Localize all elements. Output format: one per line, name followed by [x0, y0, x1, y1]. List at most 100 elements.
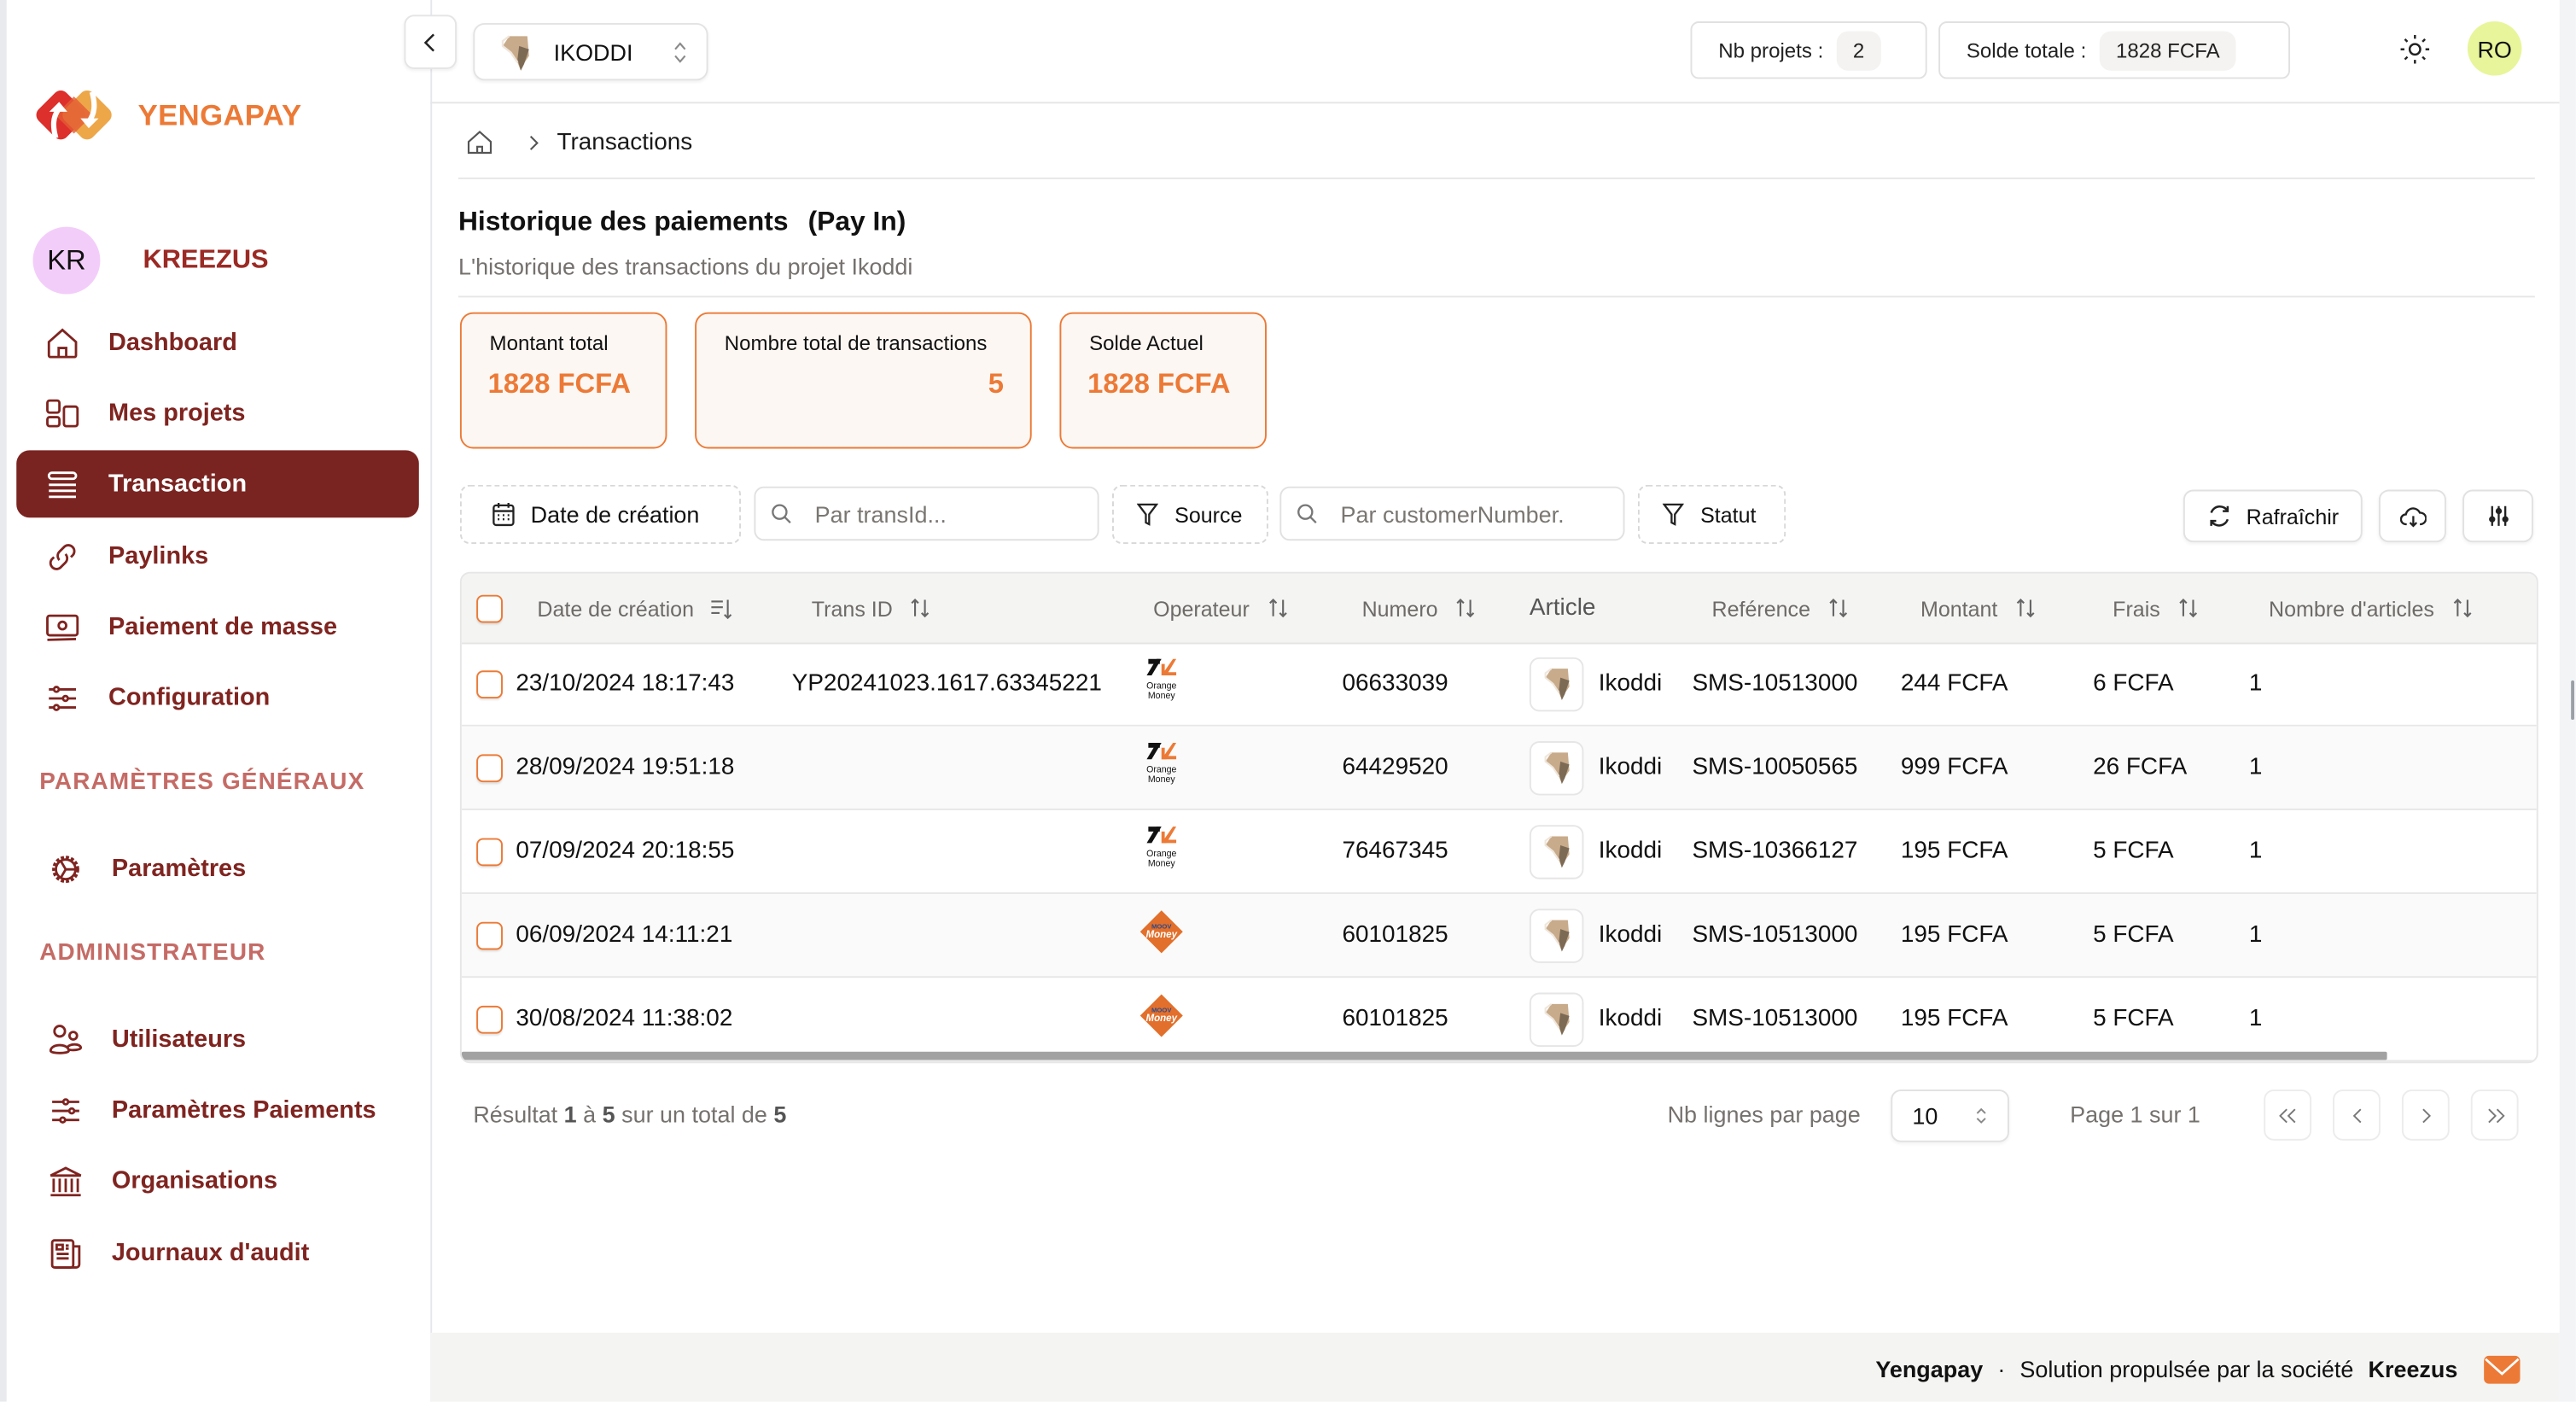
sidebar-item-paiement-de-masse[interactable]: Paiement de masse: [16, 593, 419, 661]
table-horizontal-scrollbar[interactable]: [461, 1051, 2387, 1060]
user-avatar[interactable]: RO: [2467, 21, 2522, 76]
row-checkbox-cell: [476, 727, 503, 809]
sidebar-item-utilisateurs[interactable]: Utilisateurs: [16, 1006, 419, 1073]
rows-per-page-select[interactable]: 10: [1891, 1089, 2009, 1142]
column-header-trans-id[interactable]: Trans ID: [812, 574, 932, 643]
table-row[interactable]: 23/10/2024 18:17:43 YP20241023.1617.63345…: [461, 643, 2537, 727]
organization-avatar: KR: [32, 226, 101, 295]
transid-search[interactable]: [754, 486, 1099, 541]
row-checkbox[interactable]: [476, 669, 503, 698]
sort-icon[interactable]: [1454, 597, 1477, 620]
result-prefix: Résultat: [473, 1101, 558, 1128]
cell-operateur: MOOV Money: [1137, 978, 1186, 1060]
table-header: Date de création Trans ID Operateur Nume…: [461, 573, 2537, 645]
cell-nombre-articles: 1: [2248, 754, 2263, 781]
section-title-administrateur: ADMINISTRATEUR: [39, 939, 266, 967]
sidebar: YENGAPAY KR KREEZUS Dashboard Mes projet…: [0, 0, 433, 1402]
project-selector[interactable]: IKODDI: [473, 22, 708, 81]
table-row[interactable]: 07/09/2024 20:18:55 Orange Money 76467345 Ik…: [461, 810, 2537, 895]
row-checkbox[interactable]: [476, 837, 503, 866]
table-row[interactable]: 06/09/2024 14:11:21 MOOV Money 60101825 Ikod…: [461, 894, 2537, 978]
footer-company[interactable]: Kreezus: [2369, 1356, 2458, 1382]
sidebar-item-parametres-paiements[interactable]: Paramètres Paiements: [16, 1077, 419, 1144]
sidebar-item-dashboard[interactable]: Dashboard: [16, 309, 419, 377]
table-row[interactable]: 30/08/2024 11:38:02 MOOV Money 60101825 Ikod…: [461, 978, 2537, 1062]
article-thumbnail-icon: [1529, 908, 1584, 962]
row-checkbox[interactable]: [476, 1004, 503, 1033]
sidebar-item-journaux-audit[interactable]: Journaux d'audit: [16, 1219, 419, 1287]
svg-text:Orange: Orange: [1146, 681, 1176, 691]
row-checkbox[interactable]: [476, 920, 503, 949]
chevron-left-icon: [423, 32, 435, 51]
column-header-operateur[interactable]: Operateur: [1153, 574, 1289, 643]
breadcrumb: Transactions: [465, 128, 692, 158]
sidebar-item-paylinks[interactable]: Paylinks: [16, 523, 419, 590]
home-icon: [43, 323, 82, 362]
search-icon: [1297, 504, 1317, 524]
column-header-label: Operateur: [1153, 595, 1250, 621]
footer-tagline: Solution propulsée par la société: [2019, 1355, 2354, 1382]
sort-icon[interactable]: [909, 597, 932, 620]
column-header-label: Reférence: [1711, 595, 1810, 621]
row-checkbox[interactable]: [476, 753, 503, 782]
column-header-montant[interactable]: Montant: [1920, 574, 2037, 643]
column-settings-button[interactable]: [2462, 489, 2533, 543]
last-page-button[interactable]: [2470, 1089, 2519, 1141]
article-name: Ikoddi: [1598, 838, 1663, 865]
article-thumbnail-icon: [1529, 656, 1584, 711]
sort-icon[interactable]: [2014, 597, 2037, 620]
sort-desc-icon[interactable]: [710, 598, 733, 619]
svg-text:Money: Money: [1148, 691, 1175, 701]
select-all-checkbox[interactable]: [476, 593, 503, 622]
column-header-nombre-articles[interactable]: Nombre d'articles: [2269, 574, 2474, 643]
theme-toggle-button[interactable]: [2395, 30, 2434, 69]
sidebar-item-label: Transaction: [108, 470, 248, 499]
sort-icon[interactable]: [2177, 597, 2200, 620]
cell-operateur: Orange Money: [1144, 727, 1180, 809]
cell-montant: 195 FCFA: [1900, 921, 2008, 949]
section-title-parametres-generaux: PARAMÈTRES GÉNÉRAUX: [39, 768, 365, 796]
previous-page-button[interactable]: [2333, 1089, 2381, 1141]
sort-icon[interactable]: [1266, 597, 1289, 620]
cell-nombre-articles: 1: [2248, 1005, 2263, 1032]
sidebar-item-organisations[interactable]: Organisations: [16, 1147, 419, 1214]
transactions-table: Date de création Trans ID Operateur Nume…: [459, 571, 2538, 1064]
result-to: 5: [602, 1101, 615, 1128]
statut-filter-button[interactable]: Statut: [1637, 484, 1786, 545]
sidebar-item-transaction[interactable]: Transaction: [16, 450, 419, 518]
cell-operateur: Orange Money: [1144, 643, 1180, 725]
transid-search-input[interactable]: [811, 499, 1081, 529]
refresh-button[interactable]: Rafraîchir: [2183, 489, 2363, 543]
first-page-button[interactable]: [2264, 1089, 2312, 1141]
column-header-frais[interactable]: Frais: [2113, 574, 2200, 643]
page-subtitle: L'historique des transactions du projet …: [458, 253, 913, 280]
column-header-label: Montant: [1920, 595, 1998, 621]
cell-reference: SMS-10050565: [1692, 754, 1858, 781]
sidebar-item-mes-projets[interactable]: Mes projets: [16, 380, 419, 447]
mail-icon[interactable]: [2484, 1355, 2521, 1384]
page-scrollbar[interactable]: [2559, 0, 2576, 1402]
sort-icon[interactable]: [2451, 597, 2474, 620]
brand-logo[interactable]: YENGAPAY: [32, 87, 301, 143]
column-header-numero[interactable]: Numero: [1362, 574, 1477, 643]
moov-money-logo-icon: MOOV Money: [1137, 907, 1186, 962]
date-creation-filter-button[interactable]: Date de création: [459, 484, 742, 545]
sidebar-item-configuration[interactable]: Configuration: [16, 664, 419, 732]
page-info: Page 1 sur 1: [2070, 1101, 2200, 1128]
cell-numero: 60101825: [1342, 921, 1448, 949]
sidebar-item-parametres[interactable]: Paramètres: [16, 835, 419, 903]
table-row[interactable]: 28/09/2024 19:51:18 Orange Money 64429520 Ik…: [461, 726, 2537, 810]
collapse-sidebar-button[interactable]: [404, 15, 458, 69]
column-header-reference[interactable]: Reférence: [1712, 574, 1850, 643]
sort-icon[interactable]: [1827, 597, 1850, 620]
export-download-button[interactable]: [2378, 489, 2446, 543]
organization-switcher[interactable]: KR KREEZUS: [32, 226, 269, 295]
next-page-button[interactable]: [2401, 1089, 2450, 1141]
customer-number-search[interactable]: [1279, 486, 1625, 541]
column-header-date[interactable]: Date de création: [537, 574, 733, 643]
customer-number-search-input[interactable]: [1337, 499, 1607, 529]
home-icon[interactable]: [465, 128, 495, 158]
scrollbar-thumb[interactable]: [2571, 680, 2575, 721]
sliders-vertical-icon: [2488, 505, 2508, 526]
source-filter-button[interactable]: Source: [1112, 484, 1268, 545]
